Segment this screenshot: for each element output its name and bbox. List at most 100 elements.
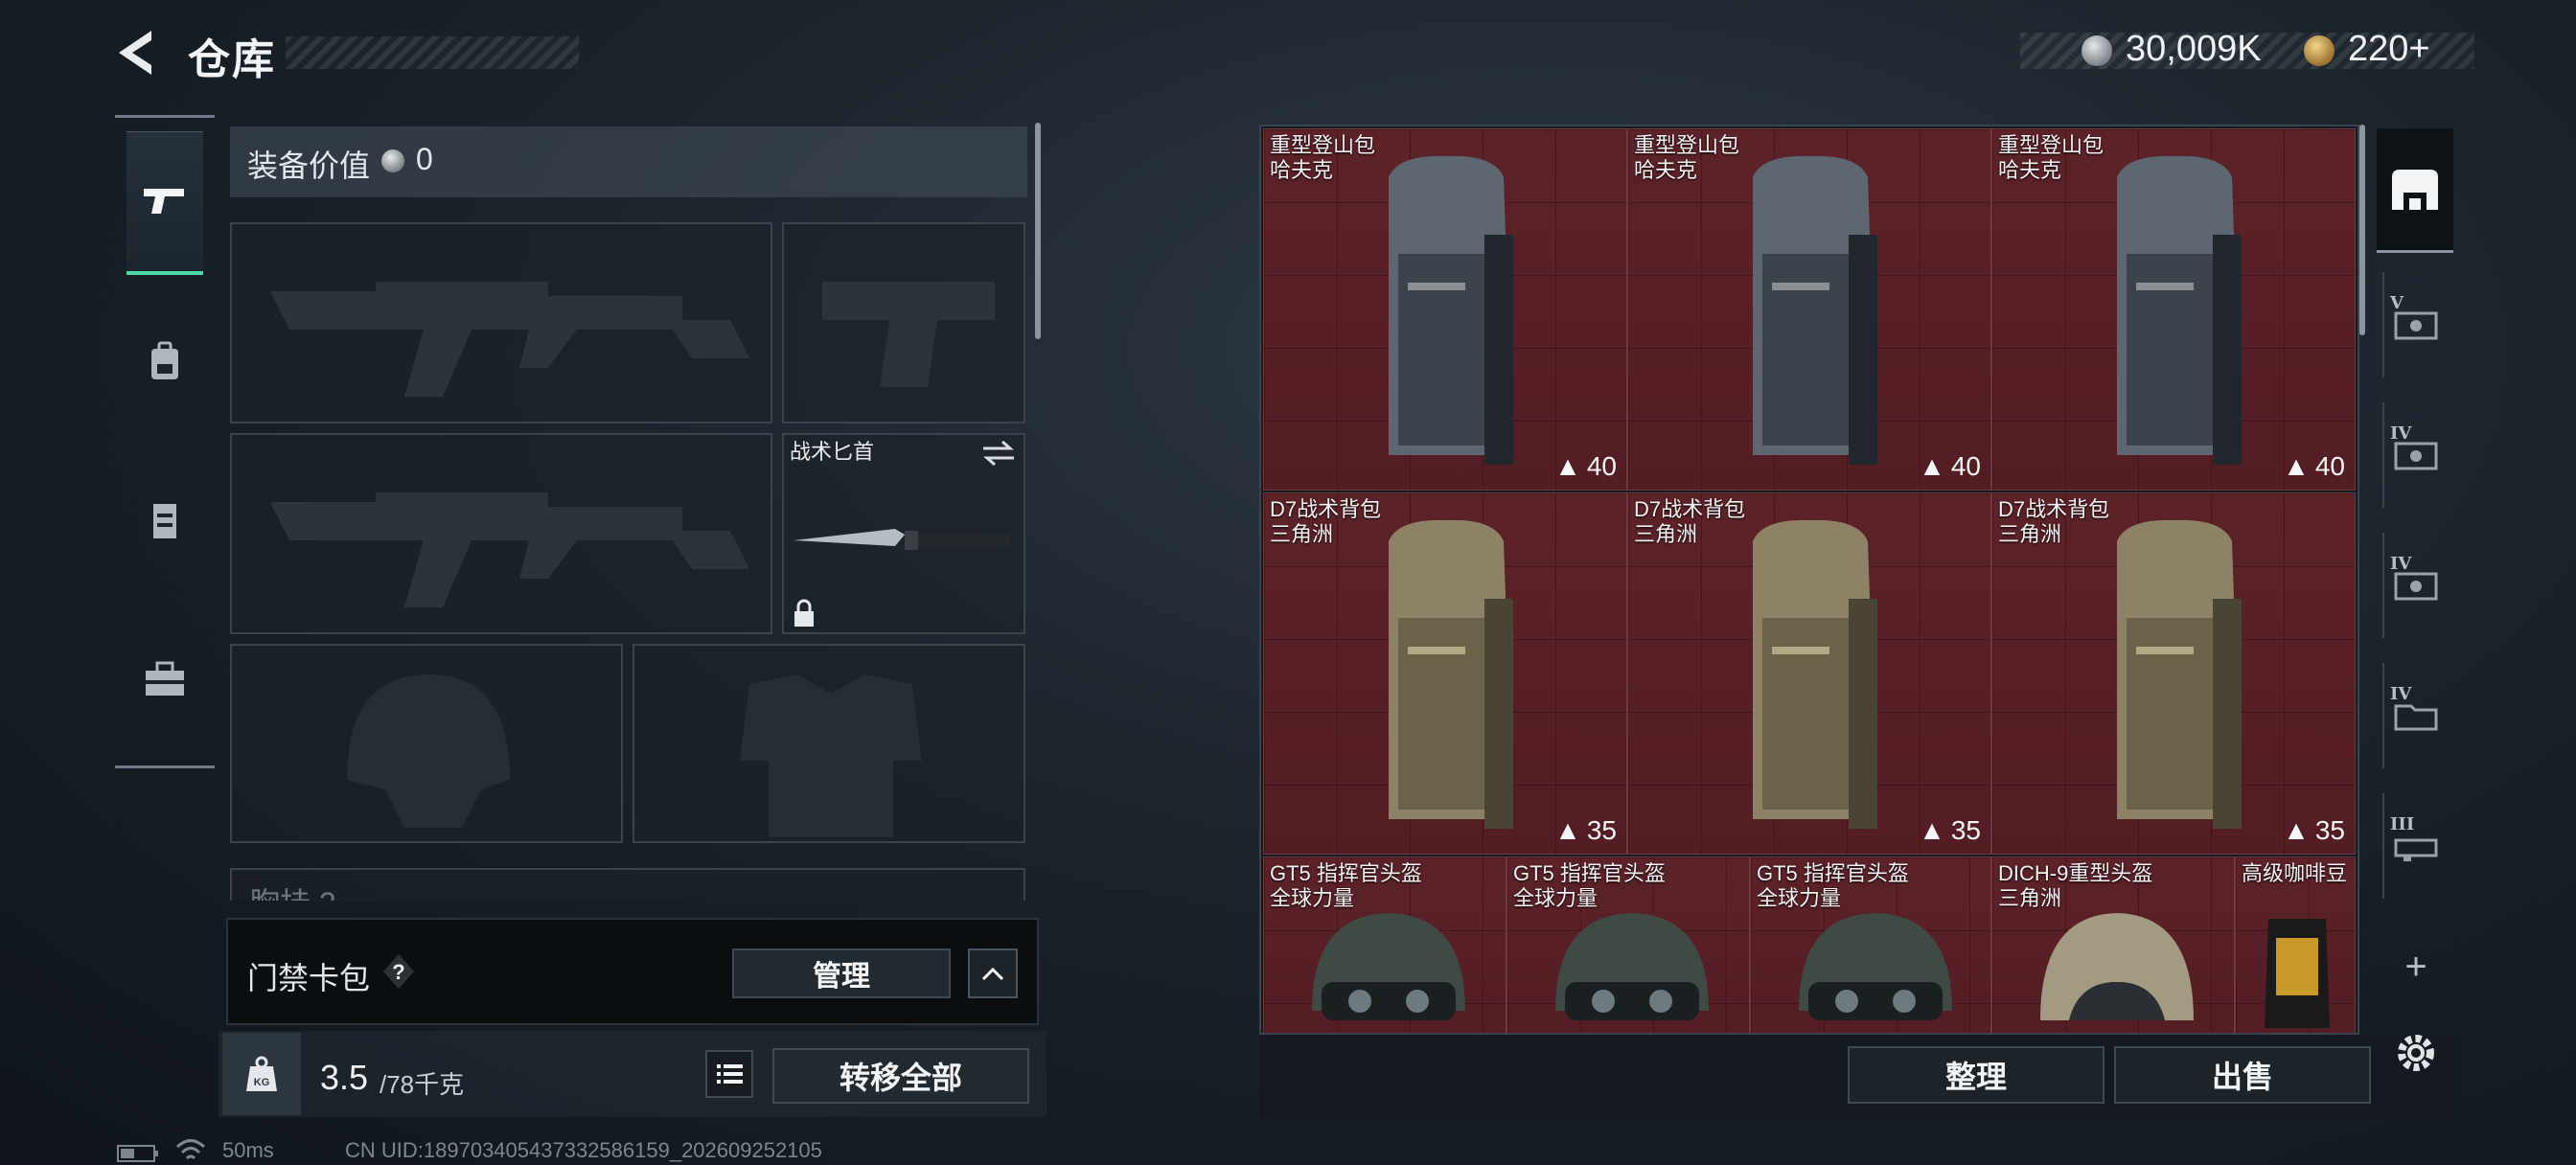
silver-coin-icon [381, 149, 404, 172]
toolbox-icon [146, 661, 184, 696]
keycard-label: 门禁卡包 [247, 961, 371, 995]
list-icon[interactable] [705, 1050, 753, 1098]
tab-backpack[interactable] [126, 290, 203, 434]
item-name: DICH-9重型头盔 三角洲 [1998, 861, 2153, 910]
tier-label: IV [2390, 684, 2412, 704]
battery-icon [117, 1144, 159, 1163]
storage-item[interactable]: GT5 指挥官头盔 全球力量 [1750, 857, 1991, 1033]
capacity-badge: ▲ 40 [1554, 451, 1617, 481]
storage-item[interactable]: DICH-9重型头盔 三角洲 [1991, 857, 2235, 1033]
primary-weapon-slot-1[interactable] [230, 222, 772, 423]
commander-helmet-icon [1312, 913, 1465, 1020]
gear-icon[interactable] [2392, 1027, 2440, 1079]
rifle-silhouette-icon [270, 492, 749, 607]
capacity-icon: ▲ [1919, 815, 1945, 845]
gold-coin-icon [2304, 35, 2334, 66]
svg-text:KG: KG [254, 1077, 270, 1088]
filter-tier-IV-1[interactable]: IV [2382, 402, 2448, 508]
weight-icon: KG [222, 1033, 301, 1115]
title-decoration [286, 36, 579, 69]
heavy-helmet-icon [2040, 913, 2194, 1020]
melee-slot-label: 战术匕首 [790, 440, 875, 464]
storage-item[interactable]: D7战术背包 三角洲 ▲ 35 [1627, 492, 1991, 855]
tier-label: V [2390, 293, 2404, 313]
item-name: D7战术背包 三角洲 [1634, 497, 1746, 546]
tier-label: IV [2390, 423, 2412, 444]
pistol-icon [144, 188, 184, 214]
storage-item[interactable]: D7战术背包 三角洲 ▲ 35 [1991, 492, 2356, 855]
item-name: GT5 指挥官头盔 全球力量 [1513, 861, 1666, 910]
manage-button[interactable]: 管理 [732, 948, 951, 998]
helmet-slot[interactable] [230, 644, 623, 843]
storage-item[interactable]: 高级咖啡豆 [2235, 857, 2356, 1033]
storage-box-icon [2392, 169, 2438, 210]
add-filter-button[interactable]: + [2392, 943, 2440, 991]
wifi-icon [174, 1136, 207, 1165]
sort-button[interactable]: 整理 [1848, 1046, 2104, 1104]
chest-rig-slot[interactable]: 胸挂 2 [230, 868, 1025, 901]
lock-icon [792, 598, 816, 628]
capacity-badge: ▲ 35 [1919, 815, 1981, 845]
storage-scrollbar[interactable] [2359, 125, 2365, 335]
capacity-icon: ▲ [1554, 815, 1581, 845]
helmet-silhouette-icon [347, 674, 510, 828]
item-name: GT5 指挥官头盔 全球力量 [1270, 861, 1422, 910]
storage-item[interactable]: GT5 指挥官头盔 全球力量 [1506, 857, 1750, 1033]
capacity-badge: ▲ 35 [1554, 815, 1617, 845]
body-armor-slot[interactable] [632, 644, 1025, 843]
heavy-backpack-icon [1753, 155, 1877, 465]
sidearm-slot[interactable] [782, 222, 1025, 423]
chevron-up-icon[interactable] [968, 948, 1018, 998]
item-name: D7战术背包 三角洲 [1998, 497, 2110, 546]
tab-weapons[interactable] [126, 131, 203, 275]
filter-all[interactable] [2377, 128, 2453, 253]
back-icon[interactable] [113, 27, 161, 79]
filter-tier-IV-2[interactable]: IV [2382, 533, 2448, 638]
tactical-backpack-icon [1389, 519, 1513, 829]
tab-armor[interactable] [126, 449, 203, 593]
knife-icon [794, 529, 1010, 550]
storage-item[interactable]: D7战术背包 三角洲 ▲ 35 [1263, 492, 1627, 855]
capacity-badge: ▲ 40 [2283, 451, 2345, 481]
sell-button[interactable]: 出售 [2114, 1046, 2371, 1104]
help-icon[interactable]: ? [381, 952, 416, 991]
capacity-icon: ▲ [1554, 451, 1581, 481]
storage-item[interactable]: GT5 指挥官头盔 全球力量 [1263, 857, 1506, 1033]
item-name: GT5 指挥官头盔 全球力量 [1757, 861, 1909, 910]
commander-helmet-icon [1555, 913, 1709, 1020]
page-title: 仓库 [188, 36, 276, 83]
tactical-backpack-icon [2117, 519, 2242, 829]
storage-item[interactable]: 重型登山包 哈夫克 ▲ 40 [1263, 128, 1627, 491]
swap-icon[interactable] [981, 439, 1016, 468]
storage-grid: 重型登山包 哈夫克 ▲ 40 重型登山包 哈夫克 ▲ 40 重型登山包 哈夫克 ▲ 40 [1263, 128, 2356, 1033]
filter-tier-V[interactable]: V [2382, 272, 2448, 377]
storage-item[interactable]: 重型登山包 哈夫克 ▲ 40 [1627, 128, 1991, 491]
primary-weapon-slot-2[interactable] [230, 433, 772, 634]
silver-coin-icon [2082, 35, 2112, 66]
backpack-icon [151, 341, 178, 379]
storage-item[interactable]: 重型登山包 哈夫克 ▲ 40 [1991, 128, 2356, 491]
commander-helmet-icon [1799, 913, 1952, 1020]
transfer-all-button[interactable]: 转移全部 [772, 1048, 1029, 1104]
equip-value-amount: 0 [416, 142, 433, 176]
money-amount: 30,009K [2126, 29, 2262, 69]
tab-toolbox[interactable] [126, 608, 203, 752]
capacity-icon: ▲ [2283, 451, 2310, 481]
filter-tier-IV-3[interactable]: IV [2382, 663, 2448, 768]
tier-label: IV [2390, 554, 2412, 574]
user-uid: CN UID:189703405437332586159_20260925210… [345, 1138, 822, 1162]
item-name: 高级咖啡豆 [2242, 861, 2348, 885]
capacity-icon: ▲ [2283, 815, 2310, 845]
rifle-silhouette-icon [270, 282, 749, 397]
armor-silhouette-icon [740, 674, 922, 837]
item-name: 重型登山包 哈夫克 [1270, 133, 1376, 182]
item-name: 重型登山包 哈夫克 [1634, 133, 1740, 182]
gold-amount[interactable]: 220+ [2348, 29, 2430, 70]
help-icon-glyph: ? [392, 960, 404, 984]
ping-value: 50ms [222, 1138, 274, 1162]
heavy-backpack-icon [2117, 155, 2242, 465]
item-name: D7战术背包 三角洲 [1270, 497, 1382, 546]
equip-value-label: 装备价值 [247, 148, 371, 183]
loadout-scrollbar[interactable] [1035, 123, 1041, 339]
filter-tier-III[interactable]: III [2382, 793, 2448, 899]
